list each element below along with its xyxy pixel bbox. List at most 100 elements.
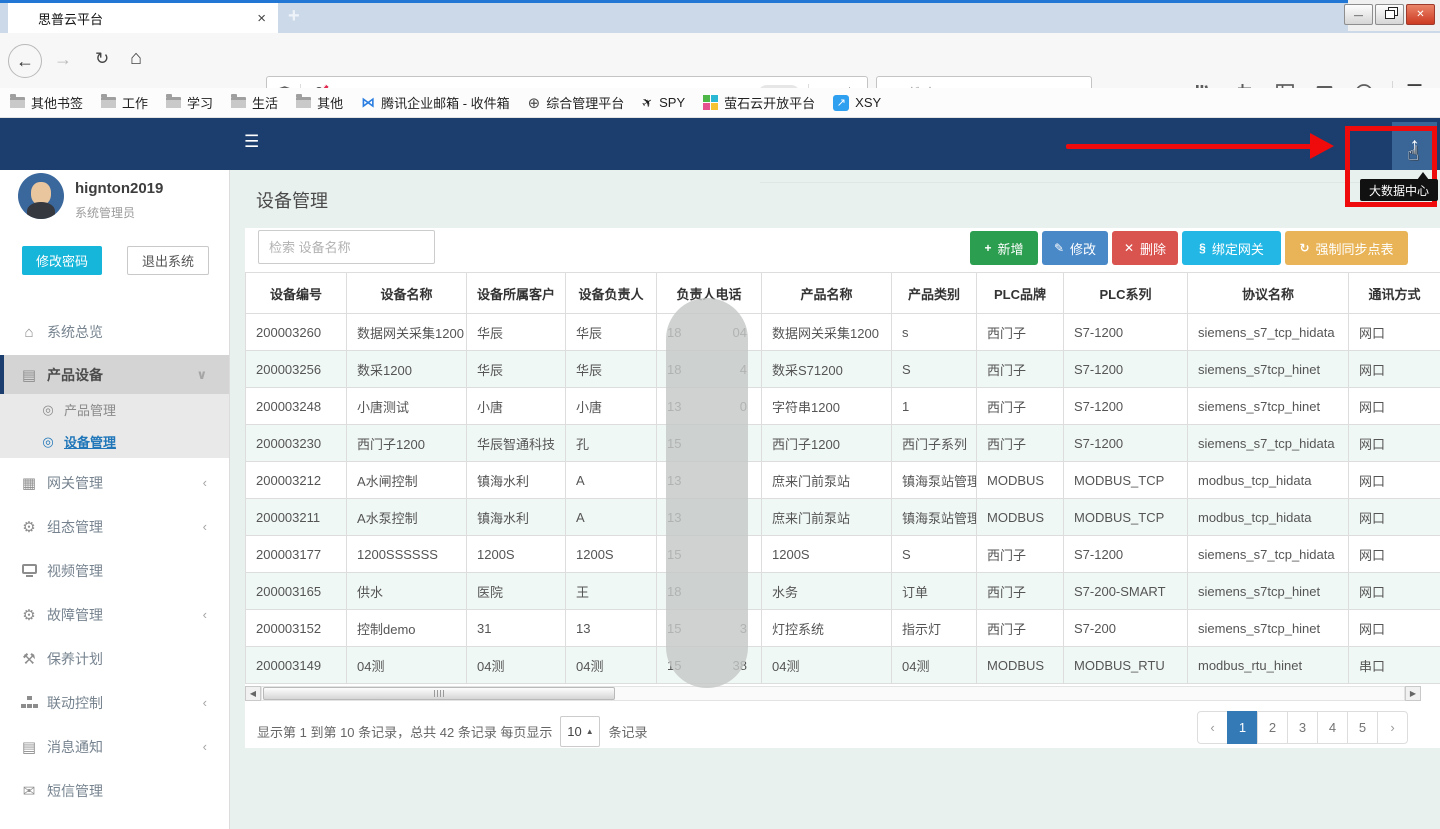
- table-row[interactable]: 2000031771200SSSSSS1200S1200S151200SS西门子…: [246, 536, 1440, 573]
- username: hignton2019: [75, 180, 163, 197]
- sidebar-subitem-产品管理[interactable]: ◎产品管理: [0, 394, 229, 425]
- table-cell: S: [892, 536, 977, 573]
- back-button[interactable]: ←: [8, 44, 42, 78]
- gear-icon: ⚙: [20, 518, 38, 536]
- close-button[interactable]: ✕: [1406, 4, 1435, 25]
- page-button-2[interactable]: 2: [1257, 711, 1288, 744]
- sidebar-item-6[interactable]: ⚙故障管理‹: [0, 597, 229, 632]
- page-size-select[interactable]: 10▲: [560, 716, 600, 747]
- bookmark-item[interactable]: 其他: [296, 93, 343, 112]
- new-tab-button[interactable]: +: [288, 5, 300, 28]
- table-cell: 西门子系列: [892, 425, 977, 462]
- scroll-left-icon[interactable]: ◀: [245, 686, 261, 701]
- edit-button[interactable]: ✎修改: [1042, 231, 1108, 265]
- sidebar-item-1[interactable]: ⌂系统总览: [0, 318, 229, 346]
- table-cell: 订单: [892, 573, 977, 610]
- table-row[interactable]: 200003211A水泵控制镇海水利A13庶来门前泵站镇海泵站管理MODBUSM…: [246, 499, 1440, 536]
- page-button-3[interactable]: 3: [1287, 711, 1318, 744]
- restore-button[interactable]: [1375, 4, 1404, 25]
- column-header[interactable]: 设备负责人: [566, 273, 657, 314]
- monitor-icon: [20, 567, 38, 574]
- table-row[interactable]: 200003256数采1200华辰华辰184数采S71200S西门子S7-120…: [246, 351, 1440, 388]
- bookmark-item[interactable]: ↗XSY: [833, 95, 881, 111]
- table-row[interactable]: 200003260数据网关采集1200华辰华辰1804数据网关采集1200s西门…: [246, 314, 1440, 351]
- column-header[interactable]: 设备编号: [246, 273, 347, 314]
- home-icon: ⌂: [20, 324, 38, 341]
- column-header[interactable]: PLC品牌: [977, 273, 1064, 314]
- bind-gateway-button[interactable]: §绑定网关: [1182, 231, 1281, 265]
- bookmark-item[interactable]: 生活: [231, 93, 278, 112]
- pagination-info-after: 条记录: [608, 722, 647, 741]
- sidebar-item-10[interactable]: ✉短信管理: [0, 773, 229, 808]
- horizontal-scrollbar[interactable]: ◀ ▶: [245, 686, 1421, 701]
- sidebar-item-2[interactable]: ▤产品设备∨: [0, 355, 229, 394]
- column-header[interactable]: 产品名称: [762, 273, 892, 314]
- bookmark-item[interactable]: ⊕综合管理平台: [528, 93, 625, 112]
- next-page-button[interactable]: ›: [1377, 711, 1408, 744]
- table-cell: siemens_s7tcp_hinet: [1188, 351, 1349, 388]
- delete-button[interactable]: ✕删除: [1112, 231, 1178, 265]
- sidebar-item-8[interactable]: 联动控制‹: [0, 685, 229, 720]
- reload-button[interactable]: ↻: [95, 49, 109, 69]
- forward-button[interactable]: →: [54, 49, 72, 70]
- home-button[interactable]: ⌂: [130, 47, 142, 70]
- sidebar-item-label: 保养计划: [47, 649, 103, 669]
- column-header[interactable]: PLC系列: [1064, 273, 1188, 314]
- prev-page-button[interactable]: ‹: [1197, 711, 1228, 744]
- table-row[interactable]: 20000314904测04测04测153804测04测MODBUSMODBUS…: [246, 647, 1440, 684]
- table-cell: 孔: [566, 425, 657, 462]
- table-cell: 庶来门前泵站: [762, 462, 892, 499]
- big-data-center-tooltip: 大数据中心: [1360, 179, 1438, 201]
- table-cell: MODBUS: [977, 462, 1064, 499]
- column-header[interactable]: 协议名称: [1188, 273, 1349, 314]
- main-content: 设备管理 +新增✎修改✕删除§绑定网关↻强制同步点表 设备编号设备名称设备所属客…: [230, 170, 1440, 829]
- table-cell: 西门子: [977, 573, 1064, 610]
- sidebar-subitem-设备管理[interactable]: ◎设备管理: [0, 425, 229, 458]
- page-button-4[interactable]: 4: [1317, 711, 1348, 744]
- table-cell: 04测: [347, 647, 467, 684]
- table-cell: modbus_tcp_hidata: [1188, 462, 1349, 499]
- sidebar-collapse-icon[interactable]: ☰: [244, 132, 259, 152]
- page-button-5[interactable]: 5: [1347, 711, 1378, 744]
- bookmark-label: 腾讯企业邮箱 - 收件箱: [381, 93, 510, 112]
- sidebar-item-9[interactable]: ▤消息通知‹: [0, 729, 229, 764]
- sidebar-item-5[interactable]: 视频管理: [0, 553, 229, 588]
- column-header[interactable]: 通讯方式: [1349, 273, 1440, 314]
- change-password-button[interactable]: 修改密码: [22, 246, 102, 275]
- browser-tab[interactable]: 思普云平台 ×: [8, 3, 278, 33]
- bookmark-item[interactable]: ✈SPY: [642, 95, 685, 111]
- sidebar-item-3[interactable]: ▦网关管理‹: [0, 465, 229, 500]
- force-sync-button[interactable]: ↻强制同步点表: [1285, 231, 1408, 265]
- table-cell: S7-1200: [1064, 425, 1188, 462]
- table-cell: S7-1200: [1064, 388, 1188, 425]
- bookmark-item[interactable]: 学习: [166, 93, 213, 112]
- column-header[interactable]: 产品类别: [892, 273, 977, 314]
- bookmark-item[interactable]: 萤石云开放平台: [703, 93, 815, 112]
- bookmark-item[interactable]: 工作: [101, 93, 148, 112]
- logout-button[interactable]: 退出系统: [127, 246, 209, 275]
- bookmark-item[interactable]: 其他书签: [10, 93, 83, 112]
- scrollbar-thumb[interactable]: [263, 687, 615, 700]
- sidebar-item-4[interactable]: ⚙组态管理‹: [0, 509, 229, 544]
- tab-close-icon[interactable]: ×: [257, 10, 266, 27]
- action-label: 强制同步点表: [1316, 239, 1394, 258]
- table-row[interactable]: 200003152控制demo3113153灯控系统指示灯西门子S7-200si…: [246, 610, 1440, 647]
- bookmark-item[interactable]: ⋈腾讯企业邮箱 - 收件箱: [361, 93, 510, 112]
- avatar[interactable]: [18, 173, 64, 219]
- table-row[interactable]: 200003212A水闸控制镇海水利A13庶来门前泵站镇海泵站管理MODBUSM…: [246, 462, 1440, 499]
- device-table: 设备编号设备名称设备所属客户设备负责人负责人电话产品名称产品类别PLC品牌PLC…: [245, 272, 1440, 684]
- device-search-input[interactable]: [258, 230, 435, 264]
- table-row[interactable]: 200003165供水医院王18水务订单西门子S7-200-SMARTsieme…: [246, 573, 1440, 610]
- scroll-right-icon[interactable]: ▶: [1405, 686, 1421, 701]
- page-title: 设备管理: [256, 187, 328, 213]
- column-header[interactable]: 设备所属客户: [467, 273, 566, 314]
- table-row[interactable]: 200003248小唐测试小唐小唐130字符串12001西门子S7-1200si…: [246, 388, 1440, 425]
- chevron-left-icon: ‹: [203, 695, 207, 710]
- table-cell: 200003152: [246, 610, 347, 647]
- table-row[interactable]: 200003230西门子1200华辰智通科技孔15西门子1200西门子系列西门子…: [246, 425, 1440, 462]
- add-button[interactable]: +新增: [970, 231, 1038, 265]
- sidebar-item-7[interactable]: ⚒保养计划: [0, 641, 229, 676]
- minimize-button[interactable]: —: [1344, 4, 1373, 25]
- page-button-1[interactable]: 1: [1227, 711, 1258, 744]
- column-header[interactable]: 设备名称: [347, 273, 467, 314]
